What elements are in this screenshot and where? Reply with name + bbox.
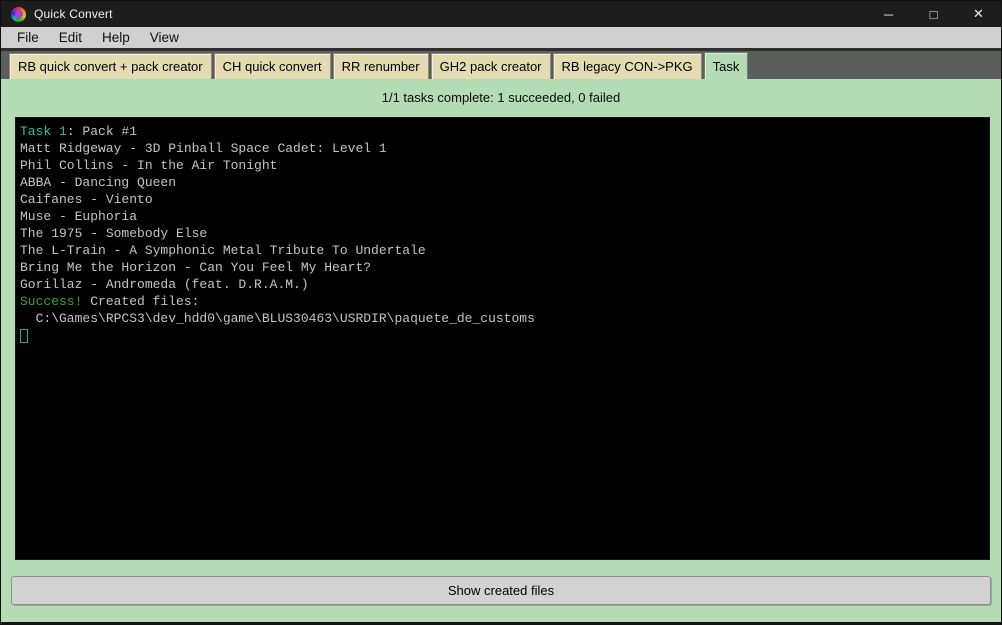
terminal-line: Gorillaz - Andromeda (feat. D.R.A.M.) (20, 276, 985, 293)
terminal-line: C:\Games\RPCS3\dev_hdd0\game\BLUS30463\U… (20, 310, 985, 327)
tab-ch-quick-convert[interactable]: CH quick convert (214, 53, 331, 79)
menu-bar: FileEditHelpView (1, 27, 1001, 51)
terminal-line: Matt Ridgeway - 3D Pinball Space Cadet: … (20, 140, 985, 157)
terminal-text-segment: Phil Collins - In the Air Tonight (20, 158, 277, 173)
terminal-line: The 1975 - Somebody Else (20, 225, 985, 242)
tab-gh2-pack-creator[interactable]: GH2 pack creator (431, 53, 551, 79)
menu-item-file[interactable]: File (7, 27, 49, 48)
menu-item-help[interactable]: Help (92, 27, 140, 48)
terminal-text-segment: Task 1 (20, 124, 67, 139)
terminal-line: ABBA - Dancing Queen (20, 174, 985, 191)
terminal-line: The L-Train - A Symphonic Metal Tribute … (20, 242, 985, 259)
terminal-line: Caifanes - Viento (20, 191, 985, 208)
terminal-text-segment: Gorillaz - Andromeda (feat. D.R.A.M.) (20, 277, 309, 292)
tab-rr-renumber[interactable]: RR renumber (333, 53, 429, 79)
minimize-icon[interactable]: ─ (866, 1, 911, 27)
terminal-text-segment: Muse - Euphoria (20, 209, 137, 224)
terminal-line: Success! Created files: (20, 293, 985, 310)
terminal-text-segment: Success! (20, 294, 82, 309)
terminal-cursor (20, 329, 28, 343)
tab-task[interactable]: Task (704, 52, 749, 79)
terminal-text-segment: The 1975 - Somebody Else (20, 226, 207, 241)
maximize-icon[interactable]: □ (911, 1, 956, 27)
terminal-line: Phil Collins - In the Air Tonight (20, 157, 985, 174)
app-window: Quick Convert ─ □ ✕ FileEditHelpView RB … (0, 0, 1002, 625)
menu-item-edit[interactable]: Edit (49, 27, 92, 48)
terminal-text-segment: C:\Games\RPCS3\dev_hdd0\game\BLUS30463\U… (20, 311, 535, 326)
tab-bar: RB quick convert + pack creatorCH quick … (1, 51, 1001, 79)
app-icon (11, 7, 26, 22)
terminal-text-segment: : Pack #1 (67, 124, 137, 139)
task-status-label: 1/1 tasks complete: 1 succeeded, 0 faile… (1, 90, 1001, 105)
window-title: Quick Convert (34, 7, 113, 21)
menu-item-view[interactable]: View (140, 27, 189, 48)
title-bar: Quick Convert ─ □ ✕ (1, 1, 1001, 27)
terminal-line: Bring Me the Horizon - Can You Feel My H… (20, 259, 985, 276)
terminal-text-segment: Caifanes - Viento (20, 192, 153, 207)
terminal-line: Muse - Euphoria (20, 208, 985, 225)
close-icon[interactable]: ✕ (956, 1, 1001, 27)
terminal-text-segment: Matt Ridgeway - 3D Pinball Space Cadet: … (20, 141, 387, 156)
terminal-output: Task 1: Pack #1Matt Ridgeway - 3D Pinbal… (15, 117, 990, 560)
terminal-line: Task 1: Pack #1 (20, 123, 985, 140)
terminal-text-segment: Created files: (82, 294, 199, 309)
terminal-text-segment: ABBA - Dancing Queen (20, 175, 176, 190)
terminal-text-segment: The L-Train - A Symphonic Metal Tribute … (20, 243, 426, 258)
terminal-text-segment: Bring Me the Horizon - Can You Feel My H… (20, 260, 371, 275)
tab-rb-legacy-con-pkg[interactable]: RB legacy CON->PKG (553, 53, 702, 79)
terminal-cursor-line (20, 327, 985, 348)
tab-rb-quick-convert-pack-creator[interactable]: RB quick convert + pack creator (9, 53, 212, 79)
show-created-files-button[interactable]: Show created files (11, 576, 991, 605)
task-panel: 1/1 tasks complete: 1 succeeded, 0 faile… (1, 79, 1001, 622)
